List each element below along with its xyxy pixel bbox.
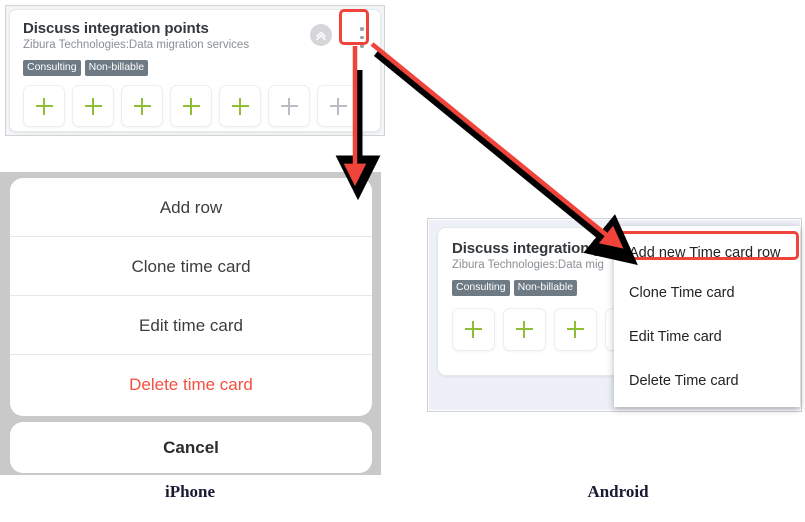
tag-consulting: Consulting (452, 280, 510, 296)
add-time-slot-6[interactable] (268, 85, 310, 127)
plus-icon (231, 97, 249, 115)
add-time-slot-3[interactable] (554, 308, 597, 351)
plus-icon (329, 97, 347, 115)
add-time-slot-1[interactable] (23, 85, 65, 127)
popup-item-add-new-time-card-row[interactable]: Add new Time card row (614, 226, 800, 271)
action-sheet-group: Add row Clone time card Edit time card D… (10, 178, 372, 416)
add-time-slot-5[interactable] (219, 85, 261, 127)
chevron-double-up-icon (315, 29, 327, 41)
action-sheet-item-delete-time-card[interactable]: Delete time card (10, 355, 372, 414)
caption-iphone: iPhone (164, 482, 216, 501)
add-time-slot-4[interactable] (170, 85, 212, 127)
tag-consulting: Consulting (23, 60, 81, 76)
plus-icon (567, 321, 584, 338)
tag-non-billable: Non-billable (513, 280, 578, 296)
action-sheet-item-clone-time-card[interactable]: Clone time card (10, 237, 372, 296)
iphone-timecard-screenshot: Discuss integration points Zibura Techno… (5, 5, 385, 136)
iphone-timecard[interactable]: Discuss integration points Zibura Techno… (9, 9, 381, 132)
add-time-slot-2[interactable] (503, 308, 546, 351)
iphone-slot-row (23, 85, 366, 127)
action-sheet-cancel-button[interactable]: Cancel (10, 422, 372, 473)
action-sheet-item-add-row[interactable]: Add row (10, 178, 372, 237)
action-sheet-cancel-group: Cancel (10, 422, 372, 473)
iphone-tag-row: Consulting Non-billable (23, 57, 366, 76)
popup-item-clone-time-card[interactable]: Clone Time card (614, 271, 800, 315)
popup-item-delete-time-card[interactable]: Delete Time card (614, 359, 800, 403)
plus-icon (465, 321, 482, 338)
add-time-slot-7[interactable] (317, 85, 359, 127)
plus-icon (280, 97, 298, 115)
add-time-slot-1[interactable] (452, 308, 495, 351)
android-popup-menu: Add new Time card row Clone Time card Ed… (614, 226, 800, 407)
popup-item-edit-time-card[interactable]: Edit Time card (614, 315, 800, 359)
tag-non-billable: Non-billable (84, 60, 149, 76)
android-screenshot: Discuss integration points Zibura Techno… (427, 218, 802, 412)
add-time-slot-3[interactable] (121, 85, 163, 127)
action-sheet-item-edit-time-card[interactable]: Edit time card (10, 296, 372, 355)
iphone-action-sheet-screenshot: Add row Clone time card Edit time card D… (0, 172, 381, 475)
kebab-dot-2 (360, 35, 364, 40)
comparison-figure: Discuss integration points Zibura Techno… (0, 0, 805, 522)
caption-android: Android (587, 482, 649, 501)
add-time-slot-2[interactable] (72, 85, 114, 127)
kebab-dot-1 (360, 27, 364, 31)
kebab-dot-3 (360, 44, 364, 48)
plus-icon (35, 97, 53, 115)
plus-icon (182, 97, 200, 115)
plus-icon (516, 321, 533, 338)
plus-icon (133, 97, 151, 115)
plus-icon (84, 97, 102, 115)
collapse-card-button[interactable] (310, 24, 332, 46)
iphone-overflow-menu-button[interactable] (360, 27, 364, 53)
